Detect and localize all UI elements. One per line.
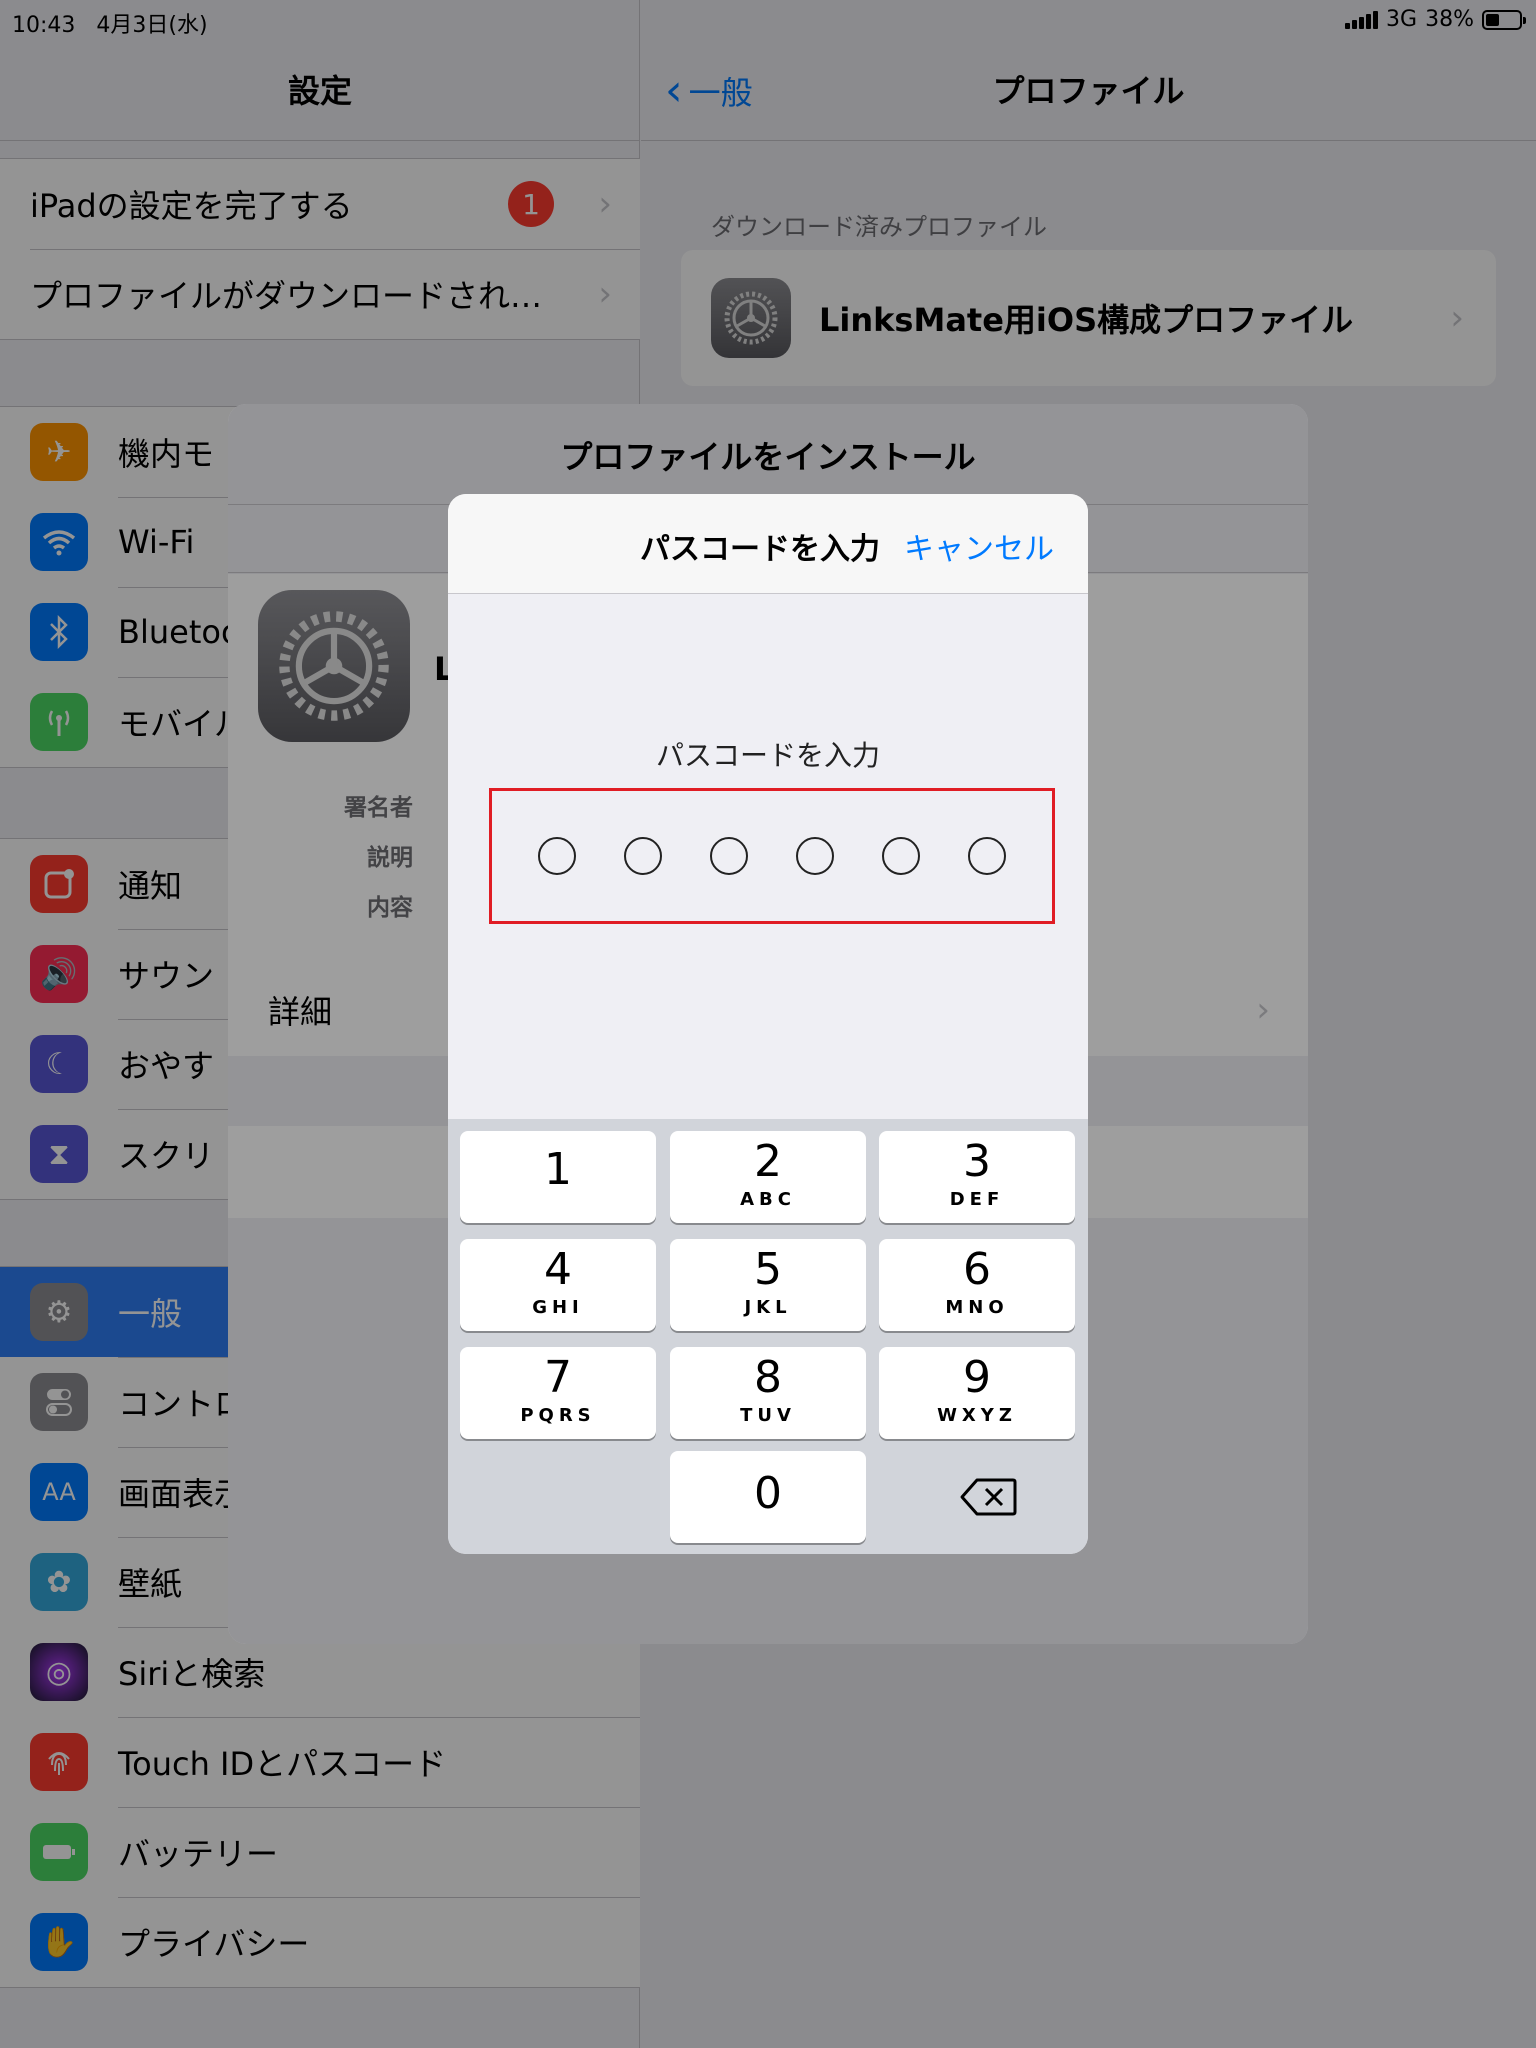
key-number: 9 xyxy=(963,1352,991,1403)
passcode-prompt: パスコードを入力 xyxy=(655,739,880,772)
key-letters: GHI xyxy=(532,1297,584,1318)
key-3[interactable]: 3 DEF xyxy=(879,1131,1075,1223)
key-letters: ABC xyxy=(740,1189,796,1210)
key-4[interactable]: 4 GHI xyxy=(460,1239,656,1331)
delete-button[interactable] xyxy=(930,1451,1046,1543)
passcode-dot xyxy=(882,837,920,875)
key-number: 5 xyxy=(754,1244,782,1295)
key-6[interactable]: 6 MNO xyxy=(879,1239,1075,1331)
key-letters: WXYZ xyxy=(937,1405,1017,1426)
key-letters: PQRS xyxy=(520,1405,596,1426)
key-number: 8 xyxy=(754,1352,782,1403)
key-2[interactable]: 2 ABC xyxy=(670,1131,866,1223)
key-9[interactable]: 9 WXYZ xyxy=(879,1347,1075,1439)
key-0[interactable]: 0 xyxy=(670,1451,866,1543)
key-number: 3 xyxy=(963,1136,991,1187)
key-number: 4 xyxy=(544,1244,572,1295)
key-number: 6 xyxy=(963,1244,991,1295)
passcode-entry-field[interactable] xyxy=(489,788,1055,924)
passcode-dot xyxy=(538,837,576,875)
passcode-dot xyxy=(710,837,748,875)
passcode-dot xyxy=(968,837,1006,875)
key-number: 2 xyxy=(754,1136,782,1187)
passcode-dot xyxy=(624,837,662,875)
key-letters: MNO xyxy=(945,1297,1009,1318)
passcode-dot xyxy=(796,837,834,875)
key-letters: TUV xyxy=(740,1405,796,1426)
key-number: 1 xyxy=(544,1144,572,1195)
key-letters: JKL xyxy=(744,1297,792,1318)
key-8[interactable]: 8 TUV xyxy=(670,1347,866,1439)
key-5[interactable]: 5 JKL xyxy=(670,1239,866,1331)
passcode-title: パスコードを入力 xyxy=(640,532,880,567)
backspace-icon xyxy=(960,1478,1017,1516)
key-letters: DEF xyxy=(949,1189,1005,1210)
key-number: 0 xyxy=(754,1468,782,1519)
key-7[interactable]: 7 PQRS xyxy=(460,1347,656,1439)
key-number: 7 xyxy=(544,1352,572,1403)
passcode-dialog: パスコードを入力 キャンセル パスコードを入力 1 2 ABC 3 DEF 4 … xyxy=(448,494,1088,1554)
numeric-keypad: 1 2 ABC 3 DEF 4 GHI 5 JKL 6 MNO 7 PQRS 8… xyxy=(448,1119,1088,1554)
cancel-button[interactable]: キャンセル xyxy=(904,524,1054,568)
key-1[interactable]: 1 xyxy=(460,1131,656,1223)
passcode-header: パスコードを入力 キャンセル xyxy=(448,494,1088,594)
